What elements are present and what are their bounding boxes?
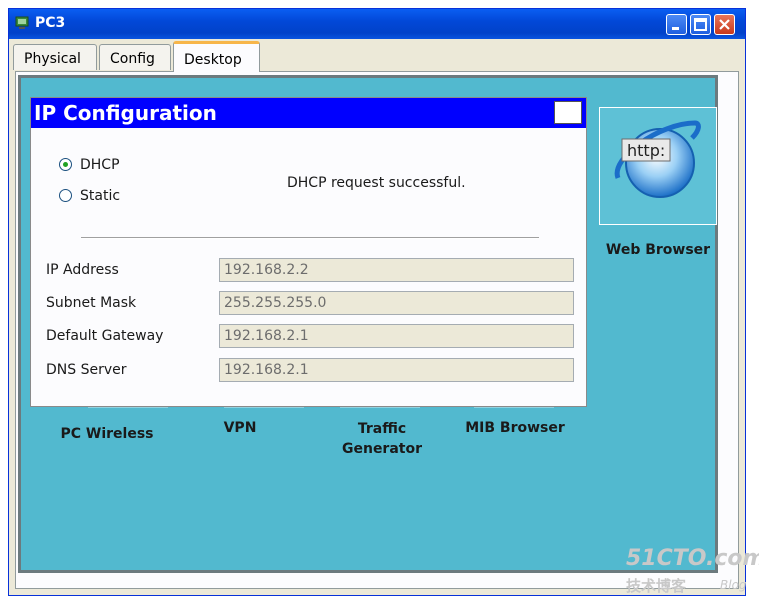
pc-wireless-app[interactable]: PC Wireless [48,424,166,444]
web-browser-label: Web Browser [605,242,711,258]
tab-config-label: Config [110,51,155,67]
dhcp-status-text: DHCP request successful. [287,175,466,191]
tab-config[interactable]: Config [99,44,171,70]
dns-server-label: DNS Server [46,362,127,378]
web-browser-icon-text: http: [627,141,665,160]
maximize-button[interactable] [690,14,711,35]
static-radio-label: Static [80,188,121,204]
ip-address-label: IP Address [46,262,119,278]
close-icon: X [558,103,574,127]
dhcp-radio-label: DHCP [80,157,120,173]
maximize-icon [694,18,707,31]
dhcp-radio-option[interactable]: DHCP [59,157,120,173]
ip-configuration-close-button[interactable]: X [554,101,582,127]
mib-browser-app[interactable]: MIB Browser [454,418,576,438]
ip-configuration-titlebar: IP Configuration X [31,98,586,128]
close-icon [719,19,730,30]
ip-address-field[interactable] [219,258,574,282]
tab-physical-label: Physical [24,51,81,67]
default-gateway-field[interactable] [219,324,574,348]
close-button[interactable] [714,14,735,35]
title-bar[interactable]: PC3 [9,9,745,39]
subnet-mask-field[interactable] [219,291,574,315]
traffic-generator-app[interactable]: Traffic Generator [336,419,428,459]
watermark-blog: Blog [720,578,747,592]
pc-wireless-label: PC Wireless [60,426,154,442]
minimize-icon [672,27,679,30]
pc-app-icon [15,16,29,29]
subnet-mask-label: Subnet Mask [46,295,137,311]
tab-physical[interactable]: Physical [13,44,97,70]
web-browser-app[interactable]: http: [599,107,717,225]
static-radio-option[interactable]: Static [59,188,120,204]
mib-browser-label: MIB Browser [465,420,565,436]
dns-server-field[interactable] [219,358,574,382]
vpn-app[interactable]: VPN [200,418,280,438]
watermark-subtitle: 技术博客 [626,577,687,595]
vpn-label: VPN [223,420,257,436]
watermark-site: 51CTO.com [626,546,759,571]
tab-desktop-label: Desktop [184,52,242,68]
ip-configuration-dialog: IP Configuration X DHCP Static DHCP requ… [30,97,587,407]
dhcp-radio[interactable] [59,158,72,171]
window-title: PC3 [35,15,66,31]
default-gateway-label: Default Gateway [46,328,164,344]
static-radio[interactable] [59,189,72,202]
ip-configuration-title: IP Configuration [34,101,217,125]
divider [81,237,539,239]
tab-desktop[interactable]: Desktop [173,41,260,72]
web-browser-icon: http: [614,120,701,198]
minimize-button[interactable] [666,14,687,35]
traffic-generator-label: Traffic Generator [341,421,422,457]
